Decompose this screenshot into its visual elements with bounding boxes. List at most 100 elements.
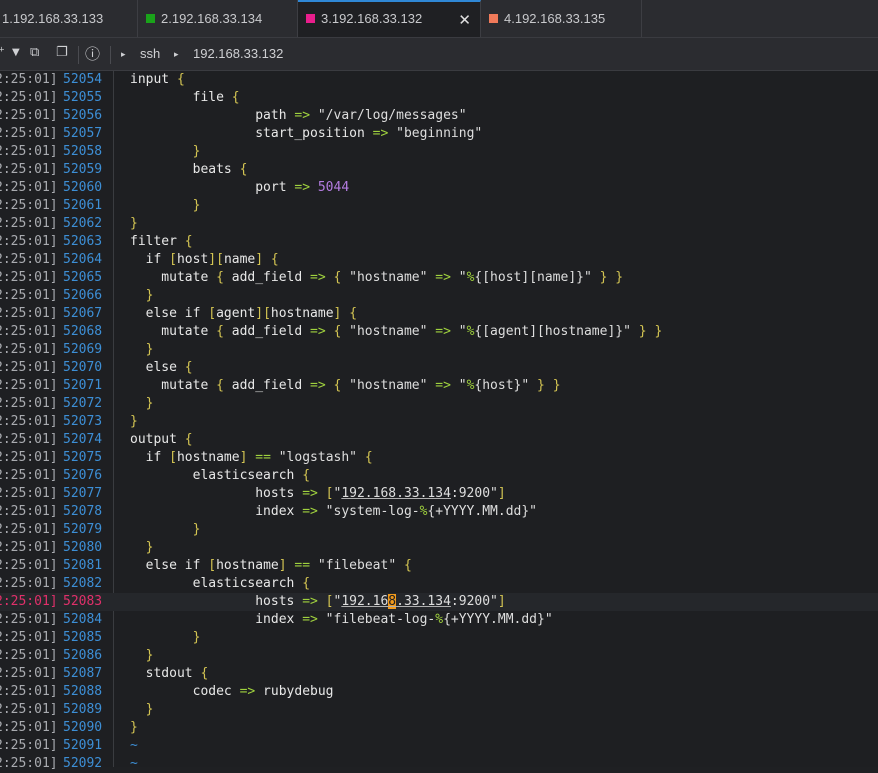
chevron-right-icon: ▸ [174,49,179,59]
line-timestamp: 2:25:01] [0,252,58,267]
terminal-line: 2:25:01] 52057 start_position => "beginni… [0,125,878,143]
line-timestamp: 2:25:01] [0,288,58,303]
line-number: 52090 [63,720,103,735]
line-number: 52071 [63,378,103,393]
tab-session-1[interactable]: 1.192.168.33.133 [0,0,138,37]
line-code: ~ [130,756,138,771]
line-code: mutate { add_field => { "hostname" => "%… [130,378,561,393]
line-code: index => "filebeat-log-%{+YYYY.MM.dd}" [130,612,553,627]
line-number: 52068 [63,324,103,339]
tab-session-3[interactable]: 3.192.168.33.132 ✕ [298,0,481,37]
line-number: 52054 [63,72,103,87]
line-timestamp: 2:25:01] [0,126,58,141]
tab-session-2[interactable]: 2.192.168.33.134 [138,0,298,37]
duplicate-icon[interactable]: ⧉ [30,45,39,60]
line-code: if [hostname] == "logstash" { [130,450,373,465]
line-number: 52089 [63,702,103,717]
line-timestamp: 2:25:01] [0,234,58,249]
terminal-line: 2:25:01] 52073} [0,413,878,431]
tab-session-4[interactable]: 4.192.168.33.135 [481,0,642,37]
line-timestamp: 2:25:01] [0,90,58,105]
line-code: } [145,540,154,555]
terminal-line: 2:25:01] 52062} [0,215,878,233]
terminal-line: 2:25:01] 52086 } [0,647,878,665]
toolbar: ⁺ ▼ ⧉ ❐ ⓘ ▸ ssh ▸ 192.168.33.132 [0,38,878,71]
breadcrumb-host[interactable]: 192.168.33.132 [193,46,283,61]
line-number: 52055 [63,90,103,105]
terminal-line: 2:25:01] 52089 } [0,701,878,719]
line-timestamp: 2:25:01] [0,504,58,519]
line-number: 52079 [63,522,103,537]
line-timestamp: 2:25:01] [0,648,58,663]
line-code: ~ [130,738,138,753]
line-code: } [192,522,201,537]
line-code: } [130,414,138,429]
terminal-line: 2:25:01] 52080 } [0,539,878,557]
line-code: } [145,342,154,357]
info-icon[interactable]: ⓘ [85,43,100,64]
line-code: stdout { [130,666,209,681]
line-number: 52085 [63,630,103,645]
terminal-line: 2:25:01] 52058 } [0,143,878,161]
line-timestamp: 2:25:01] [0,540,58,555]
line-code: } [192,630,201,645]
line-code: elasticsearch { [130,576,311,591]
line-timestamp: 2:25:01] [0,360,58,375]
line-timestamp: 2:25:01] [0,72,58,87]
terminal-line: 2:25:01] 52085 } [0,629,878,647]
line-timestamp: 2:25:01] [0,324,58,339]
line-number: 52082 [63,576,103,591]
tab-label: 3.192.168.33.132 [321,11,423,26]
terminal-line: 2:25:01] 52092 ~ [0,755,878,773]
line-number: 52061 [63,198,103,213]
line-code: port => 5044 [130,180,350,195]
line-number: 52070 [63,360,103,375]
line-number: 52067 [63,306,103,321]
line-number: 52063 [63,234,103,249]
line-number: 52081 [63,558,103,573]
terminal-line: 2:25:01] 52072 } [0,395,878,413]
dropdown-icon[interactable]: ▼ [12,47,20,58]
terminal-line: 2:25:01] 52068 mutate { add_field => { "h… [0,323,878,341]
new-tab-icon[interactable]: ⁺ [0,45,5,60]
line-code: } [145,288,154,303]
line-code: else if [hostname] == "filebeat" { [130,558,412,573]
terminal-line: 2:25:01] 52090} [0,719,878,737]
line-timestamp: 2:25:01] [0,522,58,537]
line-number: 52083 [63,594,103,609]
tab-color-marker [306,14,315,23]
line-code: } [145,648,154,663]
line-timestamp: 2:25:01] [0,684,58,699]
terminal-line: 2:25:01] 52083 hosts => ["192.168.33.134:… [0,593,878,611]
terminal-line: 2:25:01] 52088 codec => rubydebug [0,683,878,701]
terminal-line: 2:25:01] 52075 if [hostname] == "logstash… [0,449,878,467]
line-timestamp: 2:25:01] [0,180,58,195]
terminal-pane[interactable]: 2:25:01] 52054 input {2:25:01] 52055 file {… [0,71,878,771]
terminal-line: 2:25:01] 52060 port => 5044 [0,179,878,197]
terminal-line: 2:25:01] 52063 filter { [0,233,878,251]
line-number: 52072 [63,396,103,411]
close-tab-icon[interactable]: ✕ [458,11,471,29]
line-code: } [145,396,154,411]
chevron-right-icon: ▸ [121,49,126,59]
terminal-line: 2:25:01] 52067 else if [agent][hostname] … [0,305,878,323]
terminal-line: 2:25:01] 52059 beats { [0,161,878,179]
line-timestamp: 2:25:01] [0,468,58,483]
line-timestamp: 2:25:01] [0,396,58,411]
line-code: } [130,720,138,735]
breadcrumb-protocol[interactable]: ssh [140,46,160,61]
line-code: else { [130,360,193,375]
line-number: 52062 [63,216,103,231]
tab-label: 1.192.168.33.133 [2,11,104,26]
line-code: codec => rubydebug [130,684,334,699]
terminal-line: 2:25:01] 52079 } [0,521,878,539]
line-code: path => "/var/log/messages" [130,108,467,123]
line-timestamp: 2:25:01] [0,108,58,123]
terminal-line: 2:25:01] 52054 input { [0,71,878,89]
line-number: 52059 [63,162,103,177]
terminal-line: 2:25:01] 52087 stdout { [0,665,878,683]
line-timestamp: 2:25:01] [0,144,58,159]
line-code: } [130,216,138,231]
clone-icon[interactable]: ❐ [56,45,68,60]
line-code: } [192,144,201,159]
